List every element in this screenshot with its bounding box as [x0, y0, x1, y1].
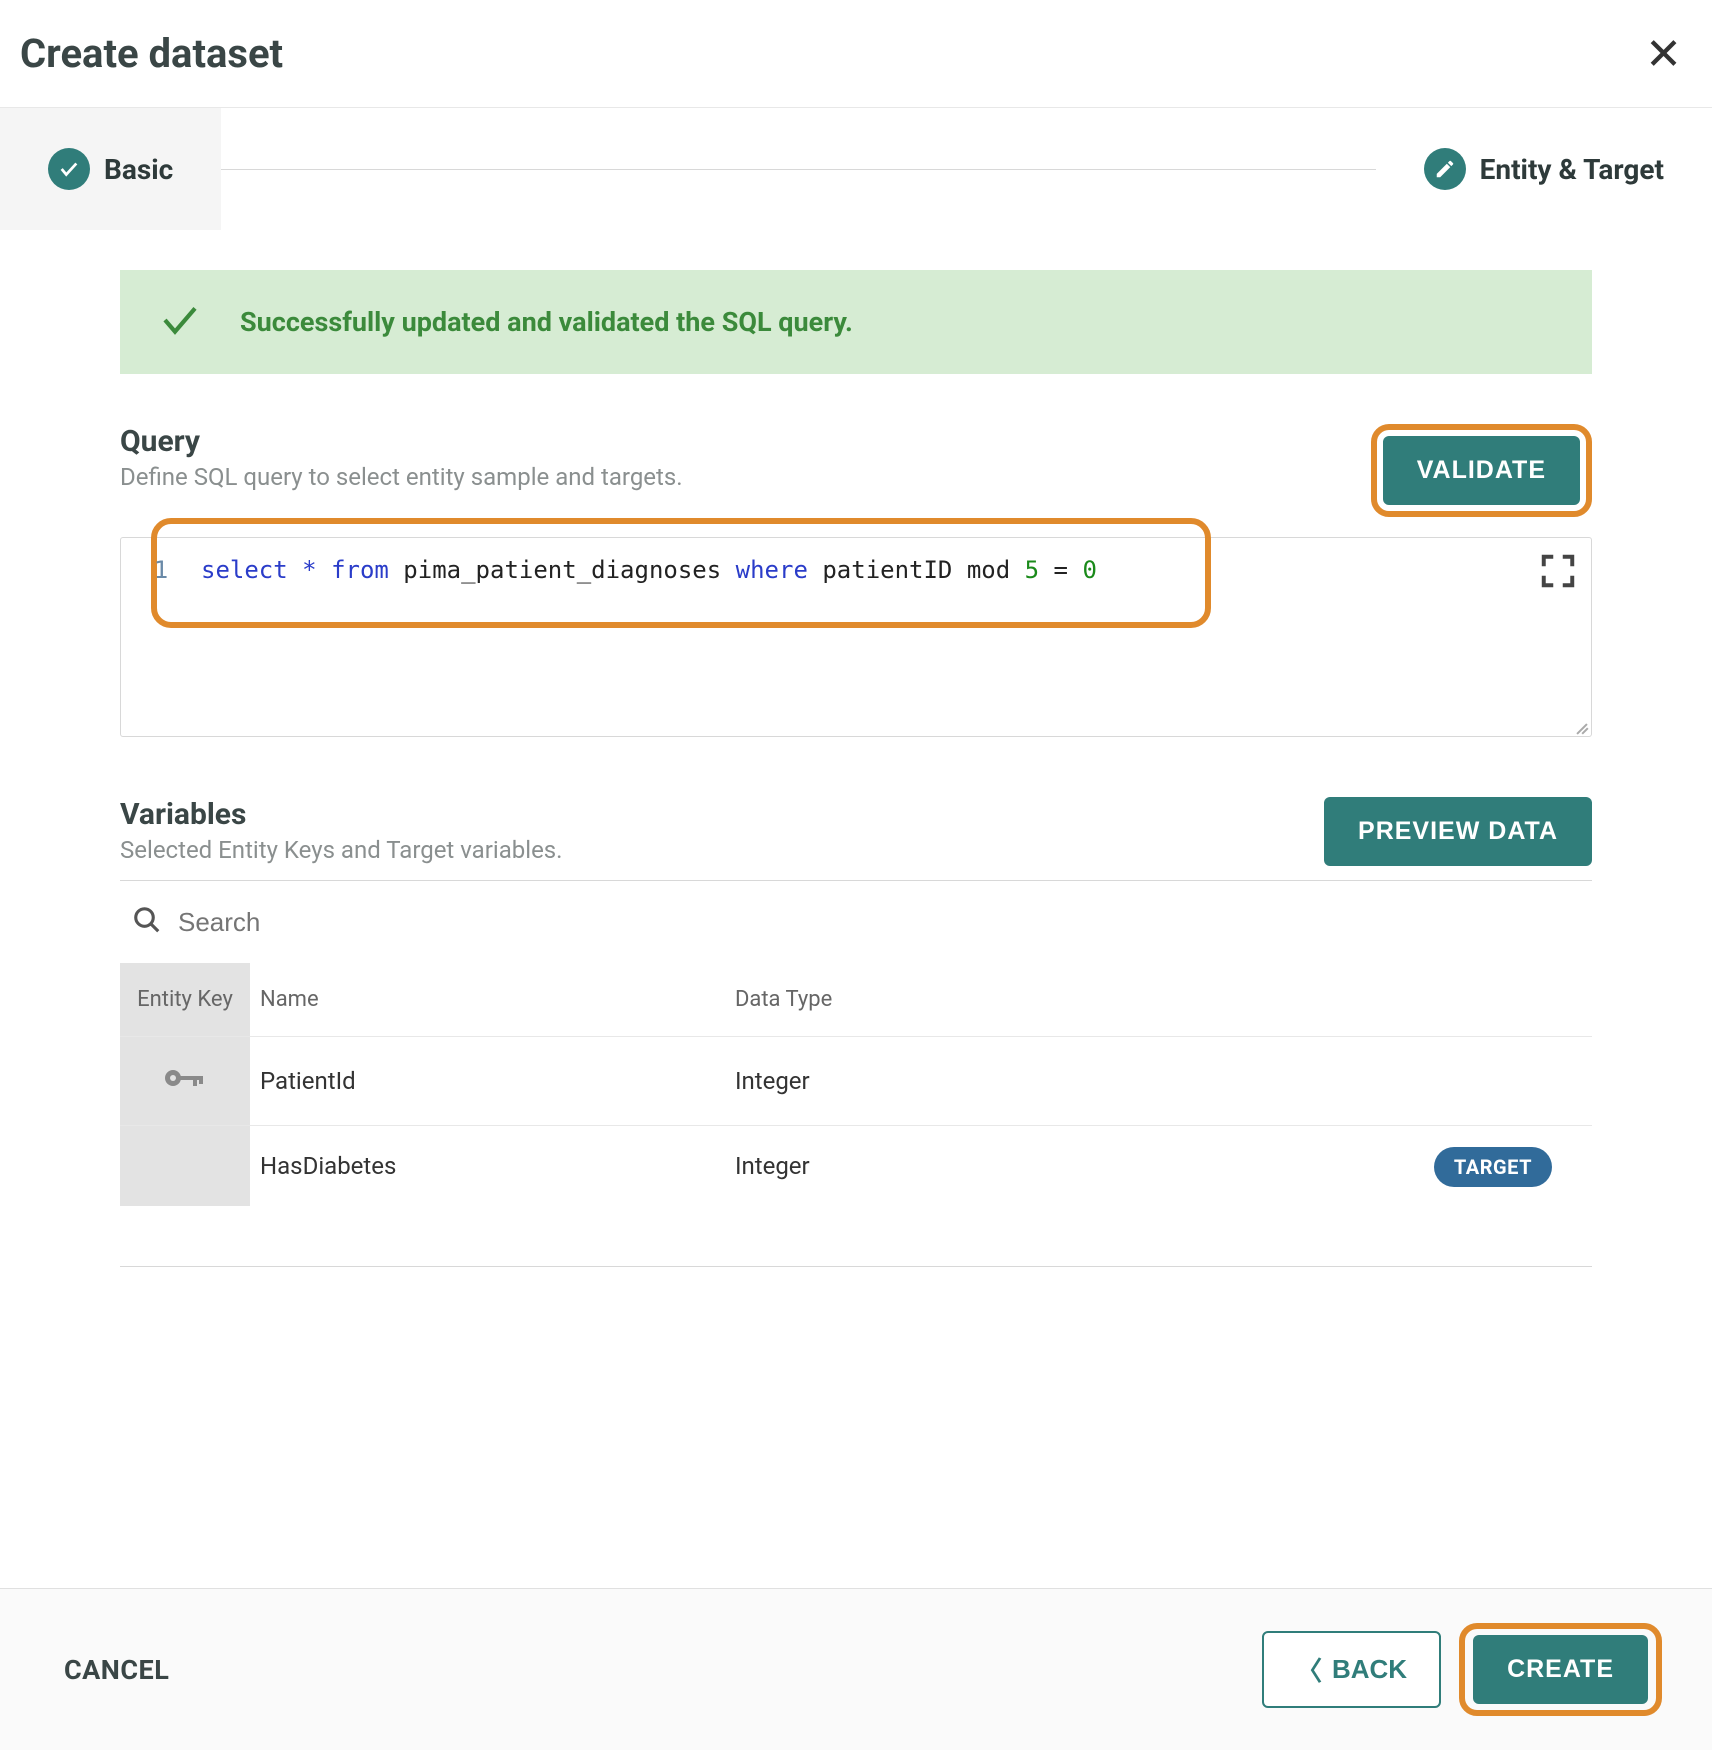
col-name: Name — [250, 963, 725, 1037]
sql-table: pima_patient_diagnoses — [389, 556, 736, 584]
col-entity-key: Entity Key — [120, 963, 250, 1037]
col-data-type: Data Type — [725, 963, 1082, 1037]
cell-data-type: Integer — [725, 1037, 1082, 1126]
close-icon: ✕ — [1645, 28, 1682, 80]
close-button[interactable]: ✕ — [1635, 32, 1692, 76]
cell-data-type: Integer — [725, 1126, 1082, 1207]
table-row[interactable]: PatientId Integer — [120, 1037, 1592, 1126]
step-basic-label: Basic — [104, 153, 173, 186]
expand-icon[interactable] — [1539, 552, 1577, 590]
query-editor[interactable]: 1 select * from pima_patient_diagnoses w… — [120, 537, 1592, 737]
validate-highlight: VALIDATE — [1371, 424, 1592, 517]
step-connector — [221, 169, 1375, 170]
step-basic[interactable]: Basic — [0, 108, 221, 230]
table-row[interactable]: HasDiabetes Integer TARGET — [120, 1126, 1592, 1207]
edit-icon — [1424, 148, 1466, 190]
cell-name: HasDiabetes — [250, 1126, 725, 1207]
key-icon — [163, 1071, 207, 1099]
kw-select: select — [201, 556, 288, 584]
preview-data-button[interactable]: PREVIEW DATA — [1324, 797, 1592, 866]
resize-handle[interactable] — [1571, 716, 1589, 734]
query-title: Query — [120, 424, 683, 459]
cell-name: PatientId — [250, 1037, 725, 1126]
create-button[interactable]: CREATE — [1473, 1635, 1648, 1704]
query-subtitle: Define SQL query to select entity sample… — [120, 463, 683, 491]
kw-from: from — [331, 556, 389, 584]
variables-title: Variables — [120, 797, 563, 832]
success-banner: Successfully updated and validated the S… — [120, 270, 1592, 374]
sql-expr: patientID mod — [808, 556, 1025, 584]
search-input[interactable] — [178, 907, 1580, 938]
chevron-left-icon: 〈 — [1296, 1651, 1322, 1688]
success-check-icon — [160, 300, 200, 344]
variables-table: Entity Key Name Data Type PatientId Inte… — [120, 963, 1592, 1206]
page-title: Create dataset — [20, 30, 283, 77]
sql-eq: = — [1039, 556, 1082, 584]
success-message: Successfully updated and validated the S… — [240, 306, 853, 338]
sql-num1: 5 — [1025, 556, 1039, 584]
target-badge: TARGET — [1434, 1147, 1552, 1187]
sql-star: * — [288, 556, 331, 584]
check-icon — [48, 148, 90, 190]
step-entity-target-label: Entity & Target — [1480, 153, 1664, 186]
line-number: 1 — [121, 556, 201, 584]
step-entity-target[interactable]: Entity & Target — [1376, 108, 1712, 230]
kw-where: where — [736, 556, 808, 584]
sql-code[interactable]: select * from pima_patient_diagnoses whe… — [201, 556, 1097, 584]
divider — [120, 1266, 1592, 1267]
cancel-button[interactable]: CANCEL — [64, 1654, 169, 1686]
variables-subtitle: Selected Entity Keys and Target variable… — [120, 836, 563, 864]
back-button[interactable]: 〈 BACK — [1262, 1631, 1441, 1708]
validate-button[interactable]: VALIDATE — [1383, 436, 1580, 505]
sql-num2: 0 — [1082, 556, 1096, 584]
search-icon — [132, 905, 162, 939]
back-label: BACK — [1332, 1654, 1407, 1685]
create-highlight: CREATE — [1459, 1623, 1662, 1716]
stepper: Basic Entity & Target — [0, 108, 1712, 230]
